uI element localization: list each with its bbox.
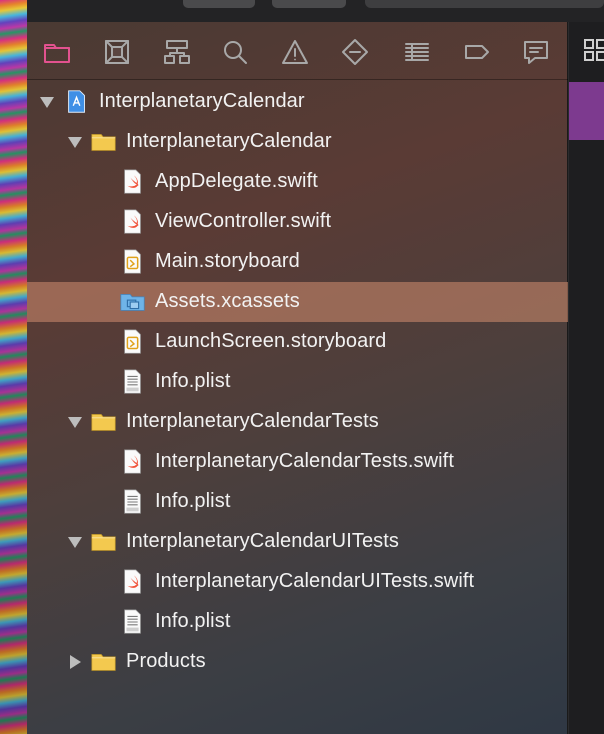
plist-file-icon xyxy=(119,488,147,516)
tree-item-label: Info.plist xyxy=(155,490,231,512)
tree-item-label: InterplanetaryCalendar xyxy=(126,130,332,152)
tree-item-label: InterplanetaryCalendar xyxy=(99,90,305,112)
diamond-icon xyxy=(342,39,368,65)
tree-file-row[interactable]: ViewController.swift xyxy=(27,202,568,242)
storyboard-file-icon xyxy=(119,248,147,276)
tab-find-navigator[interactable] xyxy=(217,34,253,70)
project-navigator-pane: InterplanetaryCalendar InterplanetaryCale… xyxy=(27,22,568,734)
message-icon xyxy=(524,41,548,64)
toolbar-button[interactable] xyxy=(183,0,255,8)
tree-item-label: AppDelegate.swift xyxy=(155,170,318,192)
folder-icon xyxy=(90,528,118,556)
disclosure-open-icon[interactable] xyxy=(37,92,57,112)
plist-file-icon xyxy=(119,368,147,396)
tree-file-row[interactable]: InterplanetaryCalendarUITests.swift xyxy=(27,562,568,602)
hierarchy-icon xyxy=(164,40,190,64)
tab-project-navigator[interactable] xyxy=(39,34,75,70)
disclosure-open-icon[interactable] xyxy=(65,412,85,432)
storyboard-file-icon xyxy=(119,328,147,356)
tree-item-label: ViewController.swift xyxy=(155,210,332,232)
tree-file-row[interactable]: InterplanetaryCalendarTests.swift xyxy=(27,442,568,482)
list-icon xyxy=(405,43,429,61)
tab-source-control[interactable] xyxy=(99,34,135,70)
desktop-wallpaper xyxy=(0,0,27,734)
folder-icon xyxy=(44,44,70,63)
tree-file-row[interactable]: LaunchScreen.storyboard xyxy=(27,322,568,362)
tree-item-label: Products xyxy=(126,650,206,672)
tree-item-label: Info.plist xyxy=(155,610,231,632)
tree-item-label: Main.storyboard xyxy=(155,250,300,272)
swift-file-icon xyxy=(119,448,147,476)
tree-item-label: Info.plist xyxy=(155,370,231,392)
tab-test-navigator[interactable] xyxy=(337,34,373,70)
tree-file-row[interactable]: Assets.xcassets xyxy=(27,282,568,322)
tab-symbol-navigator[interactable] xyxy=(159,34,195,70)
tree-item-label: InterplanetaryCalendarTests xyxy=(126,410,379,432)
tree-group-row[interactable]: Products xyxy=(27,642,568,682)
tab-report-navigator[interactable] xyxy=(518,34,554,70)
tree-group-row[interactable]: InterplanetaryCalendar xyxy=(27,82,568,122)
grid-icon[interactable] xyxy=(583,38,604,62)
warning-icon xyxy=(282,40,308,64)
tree-file-row[interactable]: Info.plist xyxy=(27,482,568,522)
tab-issue-navigator[interactable] xyxy=(277,34,313,70)
folder-icon xyxy=(90,408,118,436)
tree-group-row[interactable]: InterplanetaryCalendarUITests xyxy=(27,522,568,562)
search-icon xyxy=(224,41,247,64)
tab-breakpoint-navigator[interactable] xyxy=(459,34,495,70)
plist-file-icon xyxy=(119,608,147,636)
navigator-tab-bar xyxy=(27,22,568,80)
tree-group-row[interactable]: InterplanetaryCalendarTests xyxy=(27,402,568,442)
swift-file-icon xyxy=(119,168,147,196)
tree-item-label: InterplanetaryCalendarUITests xyxy=(126,530,400,552)
tree-file-row[interactable]: Info.plist xyxy=(27,602,568,642)
window-toolbar xyxy=(27,0,604,22)
tree-file-row[interactable]: Info.plist xyxy=(27,362,568,402)
tree-file-row[interactable]: AppDelegate.swift xyxy=(27,162,568,202)
toolbar-button[interactable] xyxy=(272,0,346,8)
folder-icon xyxy=(90,648,118,676)
disclosure-open-icon[interactable] xyxy=(65,132,85,152)
tree-item-label: InterplanetaryCalendarUITests.swift xyxy=(155,570,475,592)
tab-debug-navigator[interactable] xyxy=(399,34,435,70)
folder-icon xyxy=(90,128,118,156)
disclosure-closed-icon[interactable] xyxy=(65,652,85,672)
editor-area xyxy=(569,22,604,734)
tree-item-label: InterplanetaryCalendarTests.swift xyxy=(155,450,454,472)
tree-file-row[interactable]: Main.storyboard xyxy=(27,242,568,282)
disclosure-open-icon[interactable] xyxy=(65,532,85,552)
asset-catalog-icon xyxy=(119,288,147,316)
xcode-window: InterplanetaryCalendar InterplanetaryCale… xyxy=(27,0,604,734)
tree-item-label: LaunchScreen.storyboard xyxy=(155,330,387,352)
tree-group-row[interactable]: InterplanetaryCalendar xyxy=(27,122,568,162)
breakpoint-icon xyxy=(465,45,489,59)
activity-view xyxy=(365,0,604,8)
editor-highlight xyxy=(569,82,604,140)
tree-item-label: Assets.xcassets xyxy=(155,290,300,312)
source-control-icon xyxy=(105,40,129,64)
swift-file-icon xyxy=(119,568,147,596)
xcode-project-icon xyxy=(63,88,91,116)
swift-file-icon xyxy=(119,208,147,236)
